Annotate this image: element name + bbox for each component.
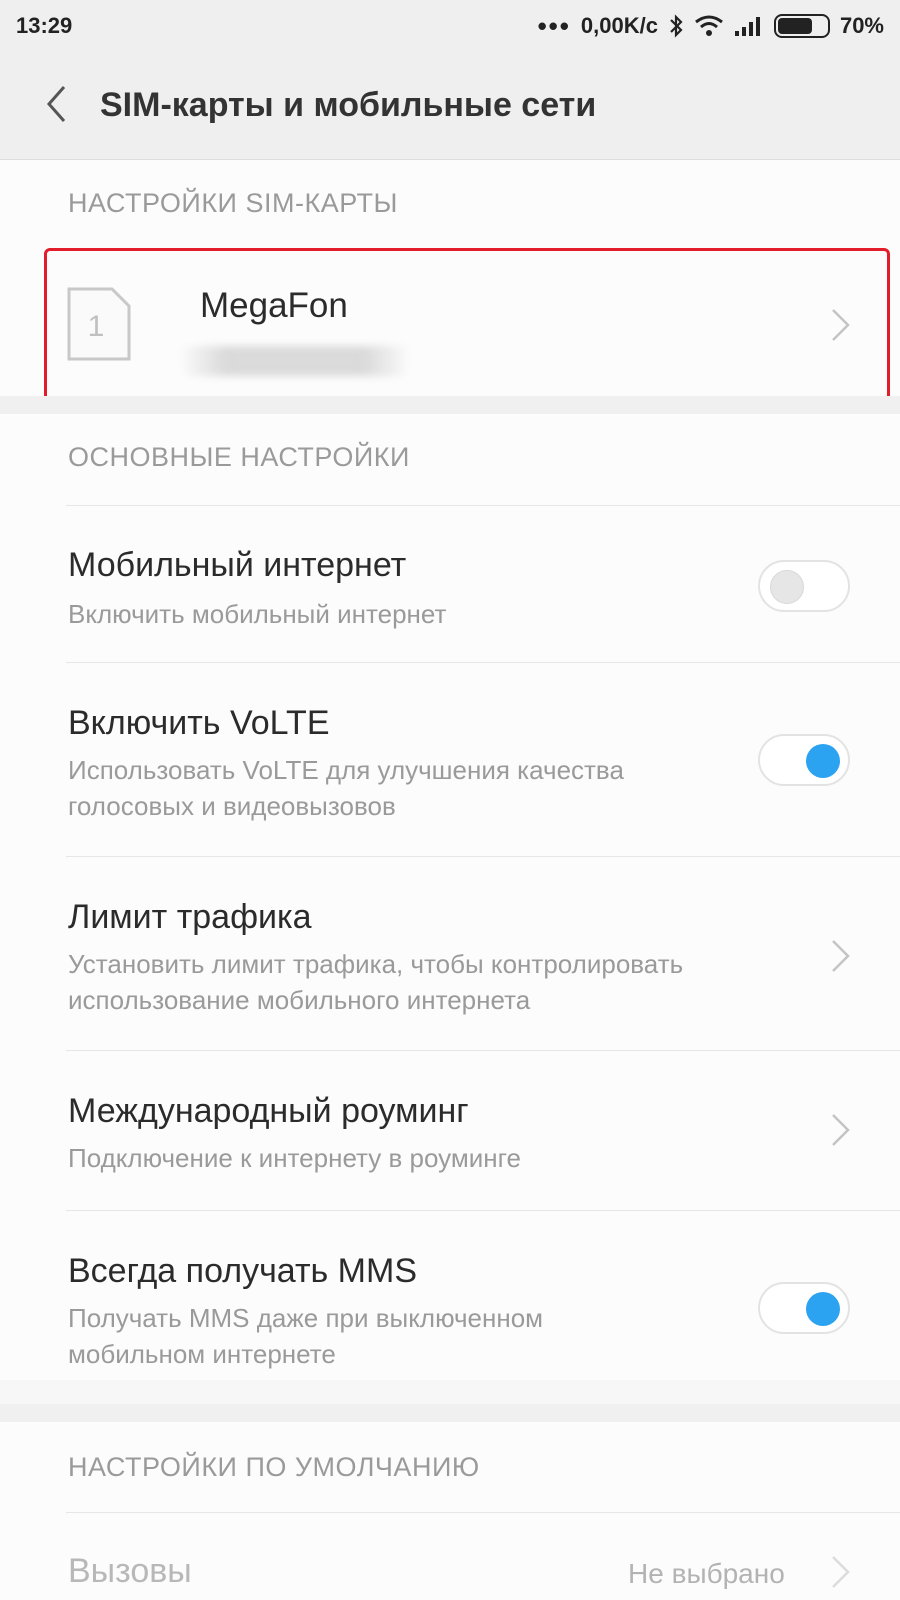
chevron-left-icon [46,86,66,122]
setting-subtitle-line-2: мобильном интернете [68,1339,336,1369]
mms-toggle[interactable] [758,1282,850,1334]
divider [66,1512,900,1513]
section-gap [0,1404,900,1422]
setting-title: Лимит трафика [68,898,312,936]
chevron-right-icon [832,1556,850,1588]
sim-section-header: НАСТРОЙКИ SIM-КАРТЫ [68,188,398,218]
volte-toggle[interactable] [758,734,850,786]
setting-value: Не выбрано [628,1558,785,1589]
signal-icon [734,17,760,36]
divider [66,662,900,663]
toggle-knob [806,744,840,778]
battery-percent: 70% [839,13,884,38]
sim-carrier-name: MegaFon [200,286,348,325]
bluetooth-icon [670,14,683,38]
setting-subtitle-line-2: голосовых и видеовызовов [68,791,396,821]
setting-title: Мобильный интернет [68,546,407,584]
battery-level [777,18,812,34]
setting-subtitle-line-2: использование мобильного интернета [68,985,531,1015]
wifi-icon [695,15,723,36]
divider [66,505,900,506]
divider [66,856,900,857]
status-bar: 13:29 ••• 0,00K/c 70% [0,0,900,52]
sim-card-icon: 1 [67,287,131,361]
status-time: 13:29 [16,13,73,38]
sim-card-item[interactable] [44,248,890,402]
setting-title: Международный роуминг [68,1092,469,1130]
divider [66,1050,900,1051]
app-bar: SIM-карты и мобильные сети [0,52,900,160]
back-button[interactable] [34,82,78,126]
setting-subtitle: Подключение к интернету в роуминге [68,1143,521,1173]
chevron-right-icon [832,1114,850,1146]
setting-title: Всегда получать MMS [68,1252,417,1290]
setting-subtitle-line-1: Получать MMS даже при выключенном [68,1303,544,1333]
status-icons: ••• 0,00K/c 70% [538,13,884,39]
mobile-internet-toggle[interactable] [758,560,850,612]
section-gap [0,396,900,414]
toggle-knob [770,570,804,604]
setting-subtitle: Включить мобильный интернет [68,599,447,629]
setting-title: Вызовы [68,1552,192,1590]
battery-icon [773,14,830,38]
chevron-right-icon [832,309,850,341]
setting-title: Включить VoLTE [68,704,330,742]
divider [66,1210,900,1211]
setting-subtitle-line-1: Установить лимит трафика, чтобы контроли… [68,949,684,979]
page-title: SIM-карты и мобильные сети [100,86,597,124]
main-section-header: ОСНОВНЫЕ НАСТРОЙКИ [68,442,410,472]
setting-subtitle-line-1: Использовать VoLTE для улучшения качеств… [68,755,624,785]
more-dots-icon: ••• [537,11,571,41]
sim-slot-number: 1 [88,310,105,343]
blurred-phone-number [180,346,410,376]
default-section-header: НАСТРОЙКИ ПО УМОЛЧАНИЮ [68,1452,480,1482]
toggle-knob [806,1292,840,1326]
chevron-right-icon [832,940,850,972]
network-speed: 0,00K/c [580,13,658,38]
